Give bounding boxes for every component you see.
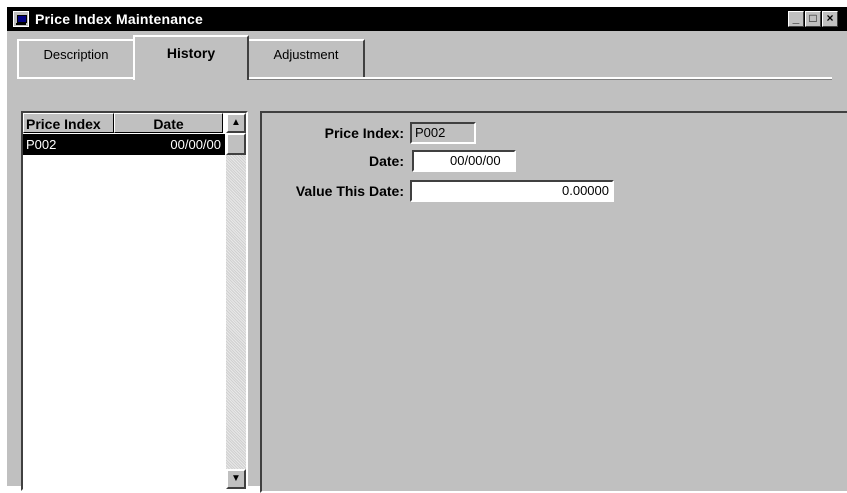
tab-adjustment[interactable]: Adjustment <box>247 39 365 77</box>
date-label: Date: <box>368 153 404 169</box>
list-header: Price Index Date <box>23 113 223 135</box>
price-index-field: P002 <box>410 122 476 144</box>
close-button[interactable]: × <box>822 11 838 27</box>
value-this-date-label: Value This Date: <box>295 183 404 199</box>
tab-baseline-left <box>17 77 133 79</box>
price-index-window: Price Index Maintenance _ □ × Descriptio… <box>6 6 847 493</box>
scroll-track[interactable] <box>226 133 246 469</box>
tab-description[interactable]: Description <box>17 39 135 77</box>
date-field[interactable]: 00/00/00 <box>412 150 516 172</box>
list-row-selected[interactable]: P002 00/00/00 <box>23 134 225 155</box>
price-index-label: Price Index: <box>324 125 404 141</box>
detail-panel: Price Index: P002 Date: 00/00/00 Value T… <box>260 111 847 493</box>
list-scrollbar[interactable]: ▲ ▼ <box>226 113 246 489</box>
tab-history-label: History <box>166 45 216 61</box>
minimize-icon: _ <box>792 11 800 25</box>
close-icon: × <box>826 11 834 25</box>
tab-baseline-shadow <box>249 79 832 80</box>
window-title: Price Index Maintenance <box>35 11 203 27</box>
scroll-thumb[interactable] <box>226 133 246 155</box>
scroll-up-button[interactable]: ▲ <box>226 113 246 133</box>
maximize-button[interactable]: □ <box>805 11 821 27</box>
column-header-date[interactable]: Date <box>114 113 223 133</box>
history-list[interactable]: Price Index Date P002 00/00/00 ▲ ▼ <box>21 111 248 491</box>
value-this-date-field[interactable]: 0.00000 <box>410 180 614 202</box>
row-date: 00/00/00 <box>170 137 221 152</box>
tab-history[interactable]: History <box>133 35 249 80</box>
tab-adjustment-label: Adjustment <box>273 47 339 62</box>
app-computer-icon[interactable] <box>13 11 29 27</box>
arrow-up-icon: ▲ <box>231 117 241 128</box>
title-bar: Price Index Maintenance _ □ × <box>7 7 847 31</box>
scroll-down-button[interactable]: ▼ <box>226 469 246 489</box>
maximize-icon: □ <box>809 11 817 25</box>
column-header-price-index[interactable]: Price Index <box>23 113 114 133</box>
tab-description-label: Description <box>43 47 109 62</box>
arrow-down-icon: ▼ <box>231 473 241 484</box>
minimize-button[interactable]: _ <box>788 11 804 27</box>
row-price-index: P002 <box>26 137 57 152</box>
